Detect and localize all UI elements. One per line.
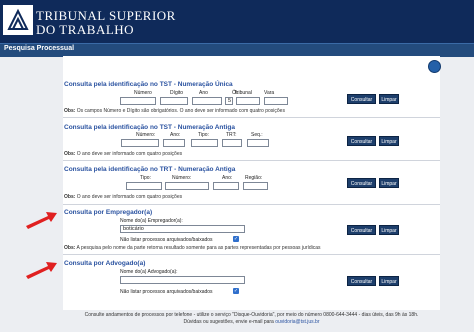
limpar-button-trt-antiga[interactable]: Limpar bbox=[379, 178, 399, 188]
home-icon[interactable] bbox=[428, 60, 441, 73]
section-title-advogado: Consulta por Advogado(a) bbox=[64, 260, 146, 267]
ouvidoria-email-link[interactable]: ouvidoria@tst.jus.br bbox=[275, 319, 319, 325]
page-title: Pesquisa Processual bbox=[4, 45, 75, 52]
obs-empregador: Obs: A pesquisa pelo nome da parte retor… bbox=[64, 245, 321, 251]
tipo-trt-input[interactable] bbox=[126, 182, 162, 190]
label-nome-advogado: Nome do(a) Advogado(a): bbox=[120, 269, 178, 275]
label-digito: Dígito bbox=[170, 90, 184, 96]
tipo-antiga-input[interactable] bbox=[191, 139, 218, 147]
checkbox-label-advogado: Não listar processos arquivados/baixados bbox=[120, 289, 213, 295]
archived-checkbox-advogado[interactable]: ✓ bbox=[233, 288, 239, 294]
consultar-button-tst-antiga[interactable]: Consultar bbox=[347, 136, 376, 146]
limpar-button-tst-antiga[interactable]: Limpar bbox=[379, 136, 399, 146]
divider bbox=[63, 117, 440, 118]
divider bbox=[63, 254, 440, 255]
limpar-button-tst-unica[interactable]: Limpar bbox=[379, 94, 399, 104]
divider bbox=[63, 160, 440, 161]
trt-antiga-input[interactable] bbox=[222, 139, 242, 147]
label-numero: Número bbox=[134, 90, 152, 96]
section-title-empregador: Consulta por Empregador(a) bbox=[64, 209, 153, 216]
label-tipo-trt: Tipo: bbox=[140, 175, 151, 181]
digito-input[interactable] bbox=[160, 97, 188, 105]
site-header: TRIBUNAL SUPERIOR DO TRABALHO bbox=[0, 0, 474, 43]
tribunal-input[interactable] bbox=[236, 97, 260, 105]
or-input[interactable]: 5 bbox=[225, 97, 233, 105]
tst-logo-icon bbox=[3, 5, 33, 35]
obs-tst-antiga: Obs: O ano deve ser informado com quatro… bbox=[64, 151, 183, 157]
seq-antiga-input[interactable] bbox=[247, 139, 269, 147]
checkbox-label-empregador: Não listar processos arquivados/baixados bbox=[120, 237, 213, 243]
red-arrow-icon bbox=[26, 212, 57, 229]
obs-trt-antiga: Obs: O ano deve ser informado com quatro… bbox=[64, 194, 183, 200]
empregador-name-input[interactable]: boticário bbox=[120, 225, 245, 233]
consultar-button-tst-unica[interactable]: Consultar bbox=[347, 94, 376, 104]
archived-checkbox-empregador[interactable]: ✓ bbox=[233, 236, 239, 242]
footer-line2: Dúvidas ou sugestões, envie e-mail para … bbox=[183, 319, 320, 325]
numero-antiga-input[interactable] bbox=[121, 139, 159, 147]
logo-title-line2: DO TRABALHO bbox=[36, 22, 135, 37]
label-seq-antiga: Seq.: bbox=[251, 132, 263, 138]
label-regiao-trt: Região: bbox=[245, 175, 263, 181]
advogado-name-input[interactable] bbox=[120, 276, 245, 284]
ano-antiga-input[interactable] bbox=[163, 139, 185, 147]
section-title-trt-antiga: Consulta pela identificação no TRT - Num… bbox=[64, 166, 236, 173]
consultar-button-advogado[interactable]: Consultar bbox=[347, 276, 376, 286]
red-arrow-icon bbox=[26, 262, 57, 279]
section-title-tst-antiga: Consulta pela identificação no TST - Num… bbox=[64, 124, 235, 131]
label-trt-antiga: TRT: bbox=[226, 132, 237, 138]
label-numero-trt: Número: bbox=[172, 175, 192, 181]
ano-input[interactable] bbox=[192, 97, 222, 105]
numero-trt-input[interactable] bbox=[165, 182, 209, 190]
limpar-button-empregador[interactable]: Limpar bbox=[379, 225, 399, 235]
regiao-trt-input[interactable] bbox=[243, 182, 268, 190]
label-numero-antiga: Número: bbox=[136, 132, 156, 138]
label-ano-antiga: Ano: bbox=[170, 132, 181, 138]
numero-input[interactable] bbox=[120, 97, 156, 105]
label-vara: Vara bbox=[264, 90, 275, 96]
obs-tst-unica: Obs: Os campos Número e Dígito são obrig… bbox=[64, 108, 285, 114]
label-nome-empregador: Nome do(a) Empregador(a): bbox=[120, 218, 183, 224]
label-tribunal: Tribunal bbox=[234, 90, 252, 96]
label-ano: Ano bbox=[199, 90, 208, 96]
footer-line1: Consulte andamentos de processos por tel… bbox=[84, 312, 419, 318]
label-tipo-antiga: Tipo: bbox=[198, 132, 209, 138]
footer-info: Consulte andamentos de processos por tel… bbox=[63, 312, 440, 326]
label-ano-trt: Ano: bbox=[222, 175, 233, 181]
consultar-button-trt-antiga[interactable]: Consultar bbox=[347, 178, 376, 188]
page-title-bar: Pesquisa Processual bbox=[0, 43, 474, 57]
ano-trt-input[interactable] bbox=[213, 182, 239, 190]
consultar-button-empregador[interactable]: Consultar bbox=[347, 225, 376, 235]
limpar-button-advogado[interactable]: Limpar bbox=[379, 276, 399, 286]
vara-input[interactable] bbox=[264, 97, 288, 105]
section-title-tst-unica: Consulta pela identificação no TST - Num… bbox=[64, 81, 233, 88]
divider bbox=[63, 204, 440, 205]
